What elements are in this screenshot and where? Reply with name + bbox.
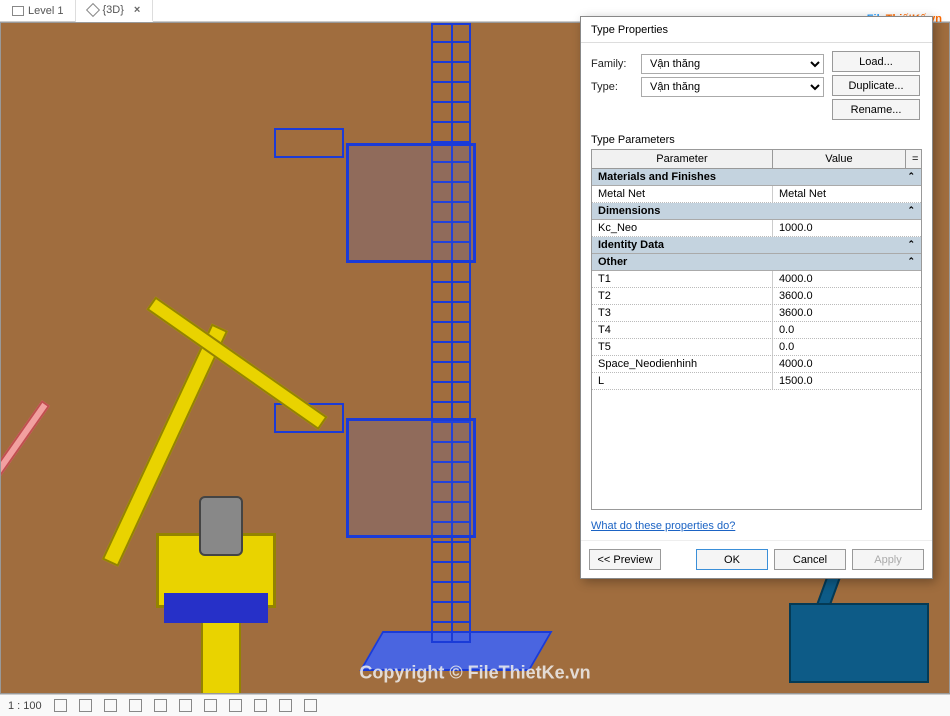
hoist-tower (431, 23, 471, 643)
concrete-pump-floor (164, 593, 268, 623)
rename-button[interactable]: Rename... (832, 99, 920, 120)
close-icon[interactable]: × (134, 4, 140, 16)
rendering-icon[interactable] (179, 699, 192, 712)
family-select[interactable]: Vận thăng (641, 54, 824, 74)
param-row[interactable]: T50.0 (592, 339, 921, 356)
dialog-title-text: Type Properties (591, 24, 668, 36)
ok-button[interactable]: OK (696, 549, 768, 570)
properties-icon[interactable] (304, 699, 317, 712)
param-value[interactable]: 0.0 (773, 322, 921, 338)
reveal-hidden-icon[interactable] (279, 699, 292, 712)
hoist-cage-upper (346, 143, 476, 263)
apply-button[interactable]: Apply (852, 549, 924, 570)
param-value[interactable]: 3600.0 (773, 288, 921, 304)
chevron-up-icon: ⌃ (907, 171, 915, 183)
watermark-text: Copyright © FileThietKe.vn (359, 662, 590, 683)
table-header: Parameter Value = (592, 150, 921, 169)
param-name: Kc_Neo (592, 220, 773, 236)
param-value[interactable]: 4000.0 (773, 271, 921, 287)
param-name: T4 (592, 322, 773, 338)
param-group-header[interactable]: Other⌃ (592, 254, 921, 271)
plan-icon (12, 6, 24, 16)
visual-style-icon[interactable] (104, 699, 117, 712)
type-properties-dialog: Type Properties Family: Vận thăng Type: … (580, 16, 933, 579)
param-row[interactable]: T40.0 (592, 322, 921, 339)
boom-hose (0, 400, 50, 561)
tab-label: {3D} (102, 4, 123, 16)
param-row[interactable]: T23600.0 (592, 288, 921, 305)
header-value[interactable]: Value (773, 150, 905, 168)
shadows-icon[interactable] (154, 699, 167, 712)
help-link[interactable]: What do these properties do? (591, 520, 922, 532)
param-row[interactable]: T14000.0 (592, 271, 921, 288)
type-parameters-label: Type Parameters (591, 134, 922, 146)
tab-3d[interactable]: {3D} × (76, 0, 153, 22)
parameters-table[interactable]: Parameter Value = Materials and Finishes… (591, 149, 922, 510)
sun-path-icon[interactable] (129, 699, 142, 712)
lock-icon[interactable] (254, 699, 267, 712)
param-name: T3 (592, 305, 773, 321)
param-value[interactable]: Metal Net (773, 186, 921, 202)
param-name: T1 (592, 271, 773, 287)
cube-icon (86, 2, 100, 16)
header-equals[interactable]: = (905, 150, 921, 168)
concrete-pump-turret (199, 496, 243, 556)
tab-level1[interactable]: Level 1 (0, 0, 76, 22)
hoist-cage-lower (346, 418, 476, 538)
param-row[interactable]: Kc_Neo1000.0 (592, 220, 921, 237)
cancel-button[interactable]: Cancel (774, 549, 846, 570)
scale-value[interactable]: 1 : 100 (8, 700, 42, 712)
status-bar: 1 : 100 (0, 694, 950, 716)
chevron-up-icon: ⌃ (907, 239, 915, 251)
header-parameter[interactable]: Parameter (592, 150, 773, 168)
crop-view-icon[interactable] (204, 699, 217, 712)
dialog-footer: << Preview OK Cancel Apply (581, 540, 932, 578)
load-button[interactable]: Load... (832, 51, 920, 72)
tab-label: Level 1 (28, 5, 63, 17)
param-group-header[interactable]: Identity Data⌃ (592, 237, 921, 254)
chevron-up-icon: ⌃ (907, 256, 915, 268)
scale-icon[interactable] (54, 699, 67, 712)
param-name: Space_Neodienhinh (592, 356, 773, 372)
param-row[interactable]: Space_Neodienhinh4000.0 (592, 356, 921, 373)
duplicate-button[interactable]: Duplicate... (832, 75, 920, 96)
param-name: T5 (592, 339, 773, 355)
param-row[interactable]: T33600.0 (592, 305, 921, 322)
param-row[interactable]: L1500.0 (592, 373, 921, 390)
param-value[interactable]: 1500.0 (773, 373, 921, 389)
family-label: Family: (591, 58, 641, 70)
type-select[interactable]: Vận thăng (641, 77, 824, 97)
chevron-up-icon: ⌃ (907, 205, 915, 217)
param-value[interactable]: 3600.0 (773, 305, 921, 321)
param-group-header[interactable]: Dimensions⌃ (592, 203, 921, 220)
param-row[interactable]: Metal NetMetal Net (592, 186, 921, 203)
param-name: L (592, 373, 773, 389)
type-label: Type: (591, 81, 641, 93)
param-name: Metal Net (592, 186, 773, 202)
crop-region-icon[interactable] (229, 699, 242, 712)
param-value[interactable]: 0.0 (773, 339, 921, 355)
detail-level-icon[interactable] (79, 699, 92, 712)
dialog-titlebar[interactable]: Type Properties (581, 17, 932, 43)
param-name: T2 (592, 288, 773, 304)
preview-button[interactable]: << Preview (589, 549, 661, 570)
param-value[interactable]: 1000.0 (773, 220, 921, 236)
param-value[interactable]: 4000.0 (773, 356, 921, 372)
param-group-header[interactable]: Materials and Finishes⌃ (592, 169, 921, 186)
